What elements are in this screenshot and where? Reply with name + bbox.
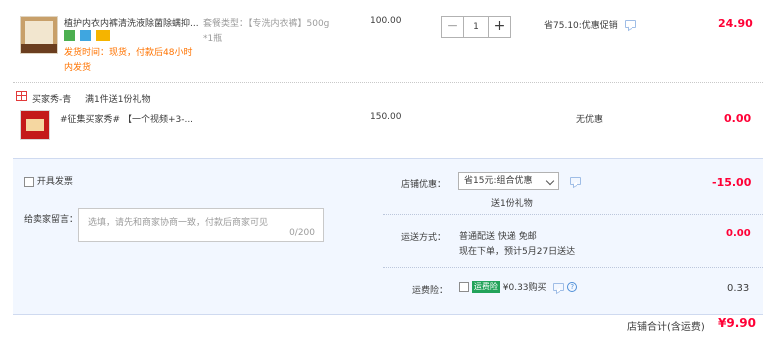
invoice-checkbox[interactable] [24, 176, 34, 187]
increase-button[interactable]: + [488, 17, 510, 37]
invoice-label: 开具发票 [36, 177, 73, 187]
card-icon [95, 30, 110, 41]
delivery-time: 发货时间：现货，付款后48小时 [64, 48, 193, 58]
chat-icon[interactable] [624, 20, 636, 28]
shield-icon [79, 30, 91, 41]
shop-discount-amount: -15.00 [712, 176, 752, 189]
invoice-option[interactable]: 开具发票 [24, 174, 73, 187]
discount-info: 省75.10:优惠促销 [544, 18, 636, 31]
message-label: 给卖家留言： [24, 215, 79, 225]
service-badges [64, 30, 112, 41]
gift-icon [16, 91, 27, 101]
product-thumbnail[interactable] [20, 16, 58, 54]
seven-day-return-icon [64, 30, 75, 41]
divider [383, 267, 763, 268]
shop-total-label: 店铺合计(含运费) [627, 322, 705, 333]
divider [13, 82, 763, 83]
gift-total: 0.00 [724, 112, 752, 125]
insurance-option[interactable]: 运费险 ¥0.33购买 ? [459, 280, 578, 293]
shop-discount-label: 店铺优惠： [401, 180, 447, 190]
shop-discount-select[interactable]: 省15元:组合优惠 [458, 172, 559, 190]
gift-header-promo: 满1件送1份礼物 [85, 95, 151, 105]
shop-total: ¥9.90 [718, 316, 756, 330]
quantity-stepper: − 1 + [441, 16, 511, 38]
gift-unit-price: 150.00 [370, 112, 402, 122]
sku-label: 套餐类型：【专洗内衣裤】500g [203, 19, 330, 29]
chat-icon[interactable] [553, 282, 565, 291]
shop-discount-note: 送1份礼物 [491, 199, 533, 209]
quantity-input[interactable]: 1 [464, 17, 488, 37]
chevron-down-icon [545, 176, 555, 186]
help-icon[interactable]: ? [567, 281, 578, 292]
insurance-badge: 运费险 [471, 280, 500, 293]
insurance-price: ¥0.33购买 [502, 283, 547, 293]
chat-icon[interactable] [570, 177, 581, 185]
message-placeholder: 选填，请先和商家协商一致，付款后商家可见 [88, 218, 269, 228]
shipping-amount: 0.00 [726, 228, 751, 239]
message-counter: 0/200 [289, 228, 315, 238]
sku-qty: *1瓶 [203, 34, 223, 44]
gift-title[interactable]: #征集买家秀# 【一个视频+3-... [60, 112, 200, 125]
shipping-label: 运送方式： [401, 233, 447, 243]
shipping-eta: 现在下单，预计5月27日送达 [459, 247, 576, 257]
message-textarea[interactable]: 选填，请先和商家协商一致，付款后商家可见 0/200 [78, 208, 324, 242]
gift-thumbnail[interactable] [20, 110, 50, 140]
shipping-method: 普通配送 快递 免邮 [459, 232, 537, 242]
insurance-checkbox[interactable] [459, 281, 469, 292]
decrease-button[interactable]: − [442, 17, 464, 37]
shop-discount-value: 省15元:组合优惠 [464, 176, 533, 186]
gift-header-label: 买家秀-青 [32, 95, 72, 105]
insurance-amount: 0.33 [727, 283, 750, 294]
gift-discount: 无优惠 [576, 115, 604, 125]
discount-text: 省75.10:优惠促销 [544, 21, 618, 31]
unit-price: 100.00 [370, 16, 402, 26]
insurance-label: 运费险： [412, 286, 449, 296]
delivery-time-cont: 内发货 [64, 63, 92, 73]
product-title[interactable]: 植护内衣内裤清洗液除菌除螨抑... [64, 16, 204, 29]
item-total: 24.90 [718, 17, 753, 30]
divider [383, 214, 763, 215]
